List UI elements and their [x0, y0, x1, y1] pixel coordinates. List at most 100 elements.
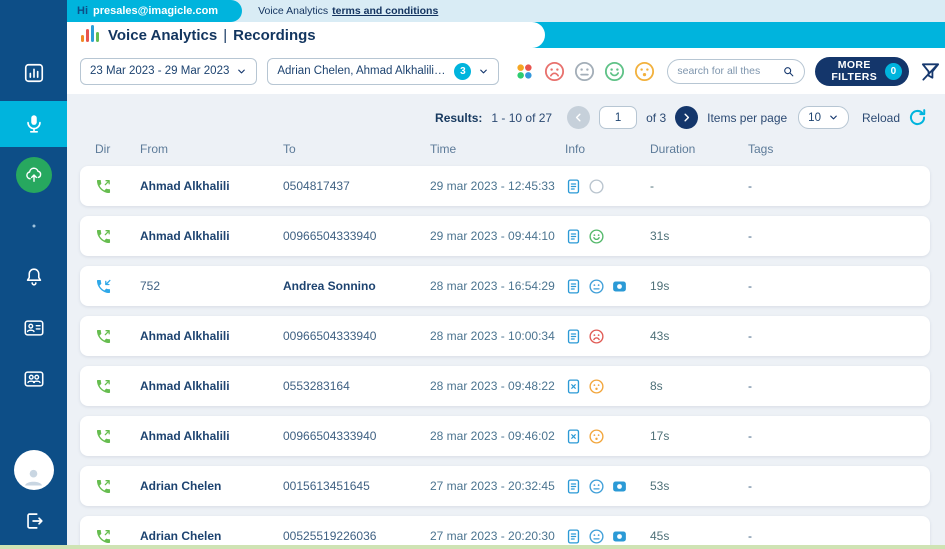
sidebar-item-cloud-upload[interactable] [0, 152, 67, 198]
cell-tags: - [748, 279, 892, 293]
table-row[interactable]: Ahmad Alkhalili 00966504333940 28 mar 20… [80, 316, 930, 356]
dot-icon [28, 220, 40, 232]
table-row[interactable]: Ahmad Alkhalili 00966504333940 28 mar 20… [80, 416, 930, 456]
outgoing-call-icon [95, 178, 140, 195]
delete-recording-button[interactable] [892, 424, 916, 448]
transcript-icon[interactable] [565, 278, 582, 295]
date-range-dropdown[interactable]: 23 Mar 2023 - 29 Mar 2023 [80, 58, 257, 85]
dashboard-icon [23, 62, 45, 84]
cell-to: Andrea Sonnino [283, 279, 430, 293]
top-strip: Hi presales@imagicle.com Voice Analytics… [67, 0, 945, 22]
transcript-icon[interactable] [565, 528, 582, 545]
cell-time: 28 mar 2023 - 09:46:02 [430, 429, 565, 443]
sentiment-neutral-icon[interactable] [588, 478, 605, 495]
column-header-time: Time [430, 142, 565, 156]
cell-tags: - [748, 229, 892, 243]
product-name: Voice Analytics [108, 27, 217, 44]
page-title: Voice Analytics|Recordings [108, 27, 316, 44]
cell-time: 29 mar 2023 - 09:44:10 [430, 229, 565, 243]
reload-button[interactable]: Reload [862, 107, 928, 128]
column-header-from: From [140, 142, 283, 156]
items-per-page-select[interactable]: 10 [798, 106, 849, 129]
transcript-icon[interactable] [565, 228, 582, 245]
terms-link[interactable]: terms and conditions [332, 5, 438, 17]
sentiment-neutral-icon[interactable] [588, 528, 605, 545]
cell-duration: 17s [650, 429, 748, 443]
next-page-button[interactable] [675, 106, 698, 129]
cell-duration: - [650, 179, 748, 193]
bottom-edge-strip [0, 545, 945, 549]
sidebar-item-contact-card[interactable] [0, 305, 67, 351]
user-email: presales@imagicle.com [93, 5, 218, 17]
sentiment-filter-neutral[interactable] [573, 59, 597, 83]
reload-label: Reload [862, 111, 900, 125]
sidebar-item-avatar[interactable] [0, 447, 67, 493]
sentiment-happy-icon[interactable] [588, 228, 605, 245]
delete-recording-button[interactable] [892, 474, 916, 498]
sentiment-filter-happy[interactable] [603, 59, 627, 83]
sentiment-none-icon[interactable] [588, 178, 605, 195]
cell-time: 29 mar 2023 - 12:45:33 [430, 179, 565, 193]
clear-filters-button[interactable] [919, 53, 942, 89]
sidebar-item-dashboard[interactable] [0, 50, 67, 96]
user-greeting: Hi presales@imagicle.com [67, 0, 242, 22]
cell-duration: 8s [650, 379, 748, 393]
info-icons [565, 428, 650, 445]
prev-page-button[interactable] [567, 106, 590, 129]
sentiment-filter-sad[interactable] [543, 59, 567, 83]
users-selected-value: Adrian Chelen, Ahmad Alkhalili, Andr... [277, 65, 447, 77]
cell-duration: 53s [650, 479, 748, 493]
sentiment-filters [513, 59, 657, 83]
chevron-left-icon [572, 111, 585, 124]
info-icons [565, 378, 650, 395]
table-row[interactable]: Ahmad Alkhalili 0553283164 28 mar 2023 -… [80, 366, 930, 406]
sentiment-sad-icon[interactable] [588, 328, 605, 345]
sentiment-surprised-icon[interactable] [588, 378, 605, 395]
filter-bar: 23 Mar 2023 - 29 Mar 2023 Adrian Chelen,… [67, 48, 945, 94]
search-input[interactable] [677, 65, 778, 77]
sentiment-filter-all-sentiments[interactable] [513, 59, 537, 83]
page-input[interactable] [599, 106, 637, 129]
screen-recording-icon[interactable] [611, 278, 628, 295]
screen-recording-icon[interactable] [611, 528, 628, 545]
sidebar-item-dot[interactable] [0, 203, 67, 249]
reload-icon [907, 107, 928, 128]
delete-recording-button[interactable] [892, 224, 916, 248]
table-row[interactable]: Ahmad Alkhalili 00966504333940 29 mar 20… [80, 216, 930, 256]
search-icon [782, 65, 795, 78]
sentiment-surprised-icon[interactable] [588, 428, 605, 445]
transcript-failed-icon[interactable] [565, 378, 582, 395]
cell-duration: 45s [650, 529, 748, 543]
sidebar-item-microphone[interactable] [0, 101, 67, 147]
screen-recording-icon[interactable] [611, 478, 628, 495]
sentiment-filter-surprised[interactable] [633, 59, 657, 83]
table-row[interactable]: Adrian Chelen 0015613451645 27 mar 2023 … [80, 466, 930, 506]
users-dropdown[interactable]: Adrian Chelen, Ahmad Alkhalili, Andr... … [267, 58, 499, 85]
sidebar-item-users[interactable] [0, 356, 67, 402]
sentiment-neutral-icon[interactable] [588, 278, 605, 295]
outgoing-call-icon [95, 428, 140, 445]
table-row[interactable]: 752 Andrea Sonnino 28 mar 2023 - 16:54:2… [80, 266, 930, 306]
delete-recording-button[interactable] [892, 274, 916, 298]
more-filters-button[interactable]: MORE FILTERS 0 [815, 57, 909, 86]
table-row[interactable]: Ahmad Alkhalili 0504817437 29 mar 2023 -… [80, 166, 930, 206]
outgoing-call-icon [95, 378, 140, 395]
info-icons [565, 478, 650, 495]
transcript-icon[interactable] [565, 178, 582, 195]
sidebar-item-bell[interactable] [0, 254, 67, 300]
users-count-badge: 3 [454, 63, 471, 80]
transcript-failed-icon[interactable] [565, 428, 582, 445]
cell-from: Adrian Chelen [140, 529, 283, 543]
transcript-icon[interactable] [565, 478, 582, 495]
info-icons [565, 278, 650, 295]
info-icons [565, 228, 650, 245]
delete-recording-button[interactable] [892, 324, 916, 348]
delete-recording-button[interactable] [892, 374, 916, 398]
delete-recording-button[interactable] [892, 174, 916, 198]
main-area: Hi presales@imagicle.com Voice Analytics… [67, 0, 945, 549]
terms-text: Voice Analyticsterms and conditions [258, 5, 438, 17]
sidebar-item-logout[interactable] [0, 498, 67, 544]
transcript-icon[interactable] [565, 328, 582, 345]
column-header-duration: Duration [650, 142, 748, 156]
title-divider: | [223, 27, 227, 44]
